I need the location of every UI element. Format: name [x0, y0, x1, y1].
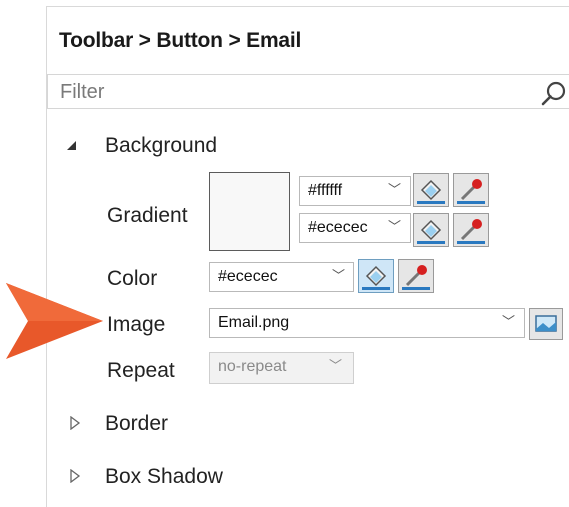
chevron-down-icon: ﹀: [329, 358, 343, 373]
eyedropper-button[interactable]: [453, 173, 489, 207]
section-label-box-shadow[interactable]: Box Shadow: [105, 465, 223, 489]
image-label: Image: [107, 313, 166, 336]
color-value: #ececec: [218, 268, 278, 285]
repeat-select[interactable]: no-repeat ﹀: [209, 352, 354, 384]
repeat-value: no-repeat: [218, 358, 287, 375]
callout-arrow-icon: [6, 283, 103, 359]
color-label: Color: [107, 267, 158, 290]
chevron-down-icon: ﹀: [388, 182, 402, 197]
property-panel: Toolbar > Button > Email Filter Backgrou…: [46, 6, 569, 507]
search-icon[interactable]: [540, 80, 568, 108]
gradient-color1-select[interactable]: #ffffff ﹀: [299, 176, 411, 206]
fill-bucket-button[interactable]: [413, 173, 449, 207]
chevron-down-icon: ﹀: [332, 268, 346, 283]
gradient-label: Gradient: [107, 204, 188, 227]
eyedropper-icon: [402, 265, 430, 290]
eyedropper-button[interactable]: [398, 259, 434, 293]
eyedropper-button[interactable]: [453, 213, 489, 247]
image-value: Email.png: [218, 314, 290, 331]
image-icon: [535, 315, 557, 332]
collapsed-triangle-icon[interactable]: [69, 469, 81, 483]
color-select[interactable]: #ececec ﹀: [209, 262, 354, 292]
paint-bucket-icon: [417, 179, 445, 204]
gradient-color2-select[interactable]: #ececec ﹀: [299, 213, 411, 243]
repeat-label: Repeat: [107, 359, 175, 382]
image-select[interactable]: Email.png ﹀: [209, 308, 525, 338]
chevron-down-icon: ﹀: [388, 219, 402, 234]
section-label-background[interactable]: Background: [105, 134, 217, 158]
paint-bucket-icon: [417, 219, 445, 244]
gradient-color1-value: #ffffff: [308, 182, 343, 199]
fill-bucket-button[interactable]: [413, 213, 449, 247]
gradient-color2-value: #ececec: [308, 219, 368, 236]
filter-input[interactable]: Filter: [47, 74, 569, 109]
fill-bucket-button[interactable]: [358, 259, 394, 293]
chevron-down-icon: ﹀: [502, 314, 516, 329]
eyedropper-icon: [457, 179, 485, 204]
paint-bucket-icon: [362, 265, 390, 290]
breadcrumb: Toolbar > Button > Email: [59, 29, 302, 52]
collapsed-triangle-icon[interactable]: [69, 416, 81, 430]
gradient-preview-swatch[interactable]: [209, 172, 290, 251]
filter-placeholder: Filter: [60, 81, 105, 103]
section-label-border[interactable]: Border: [105, 412, 168, 436]
expanded-triangle-icon[interactable]: [65, 139, 79, 153]
browse-image-button[interactable]: [529, 308, 563, 340]
eyedropper-icon: [457, 219, 485, 244]
